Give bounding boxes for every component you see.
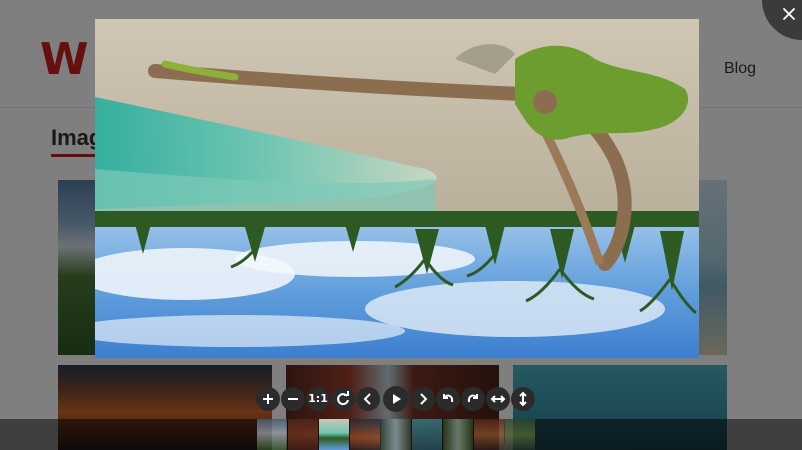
thumbnail[interactable] (505, 419, 535, 450)
minus-icon (288, 398, 298, 400)
flip-horizontal-icon (490, 395, 506, 403)
reset-button[interactable] (331, 387, 355, 411)
plus-icon (263, 394, 273, 404)
thumbnail-active[interactable] (319, 419, 349, 450)
flip-vertical-button[interactable] (511, 387, 535, 411)
reset-icon (337, 391, 349, 406)
rotate-left-icon (443, 394, 454, 403)
zoom-out-button[interactable] (281, 387, 305, 411)
rotate-right-button[interactable] (461, 387, 485, 411)
one-to-one-button[interactable]: 1:1 (306, 387, 330, 411)
thumbnail[interactable] (443, 419, 473, 450)
beach-palm-image (95, 19, 699, 358)
flip-vertical-icon (519, 391, 527, 407)
rotate-right-icon (467, 394, 478, 403)
thumbnail[interactable] (288, 419, 318, 450)
thumbnail[interactable] (381, 419, 411, 450)
lightbox-image[interactable] (95, 19, 699, 358)
thumbnail[interactable] (350, 419, 380, 450)
play-button[interactable] (383, 386, 409, 412)
thumbnail[interactable] (474, 419, 504, 450)
thumbnail[interactable] (257, 419, 287, 450)
flip-horizontal-button[interactable] (486, 387, 510, 411)
one-to-one-icon: 1:1 (308, 392, 328, 405)
play-icon (393, 394, 401, 404)
thumbnail-strip (0, 419, 802, 450)
prev-button[interactable] (356, 387, 380, 411)
chevron-right-icon (420, 393, 428, 405)
thumbnail[interactable] (412, 419, 442, 450)
rotate-left-button[interactable] (436, 387, 460, 411)
next-button[interactable] (411, 387, 435, 411)
zoom-in-button[interactable] (256, 387, 280, 411)
chevron-left-icon (363, 393, 371, 405)
close-icon (783, 8, 795, 20)
